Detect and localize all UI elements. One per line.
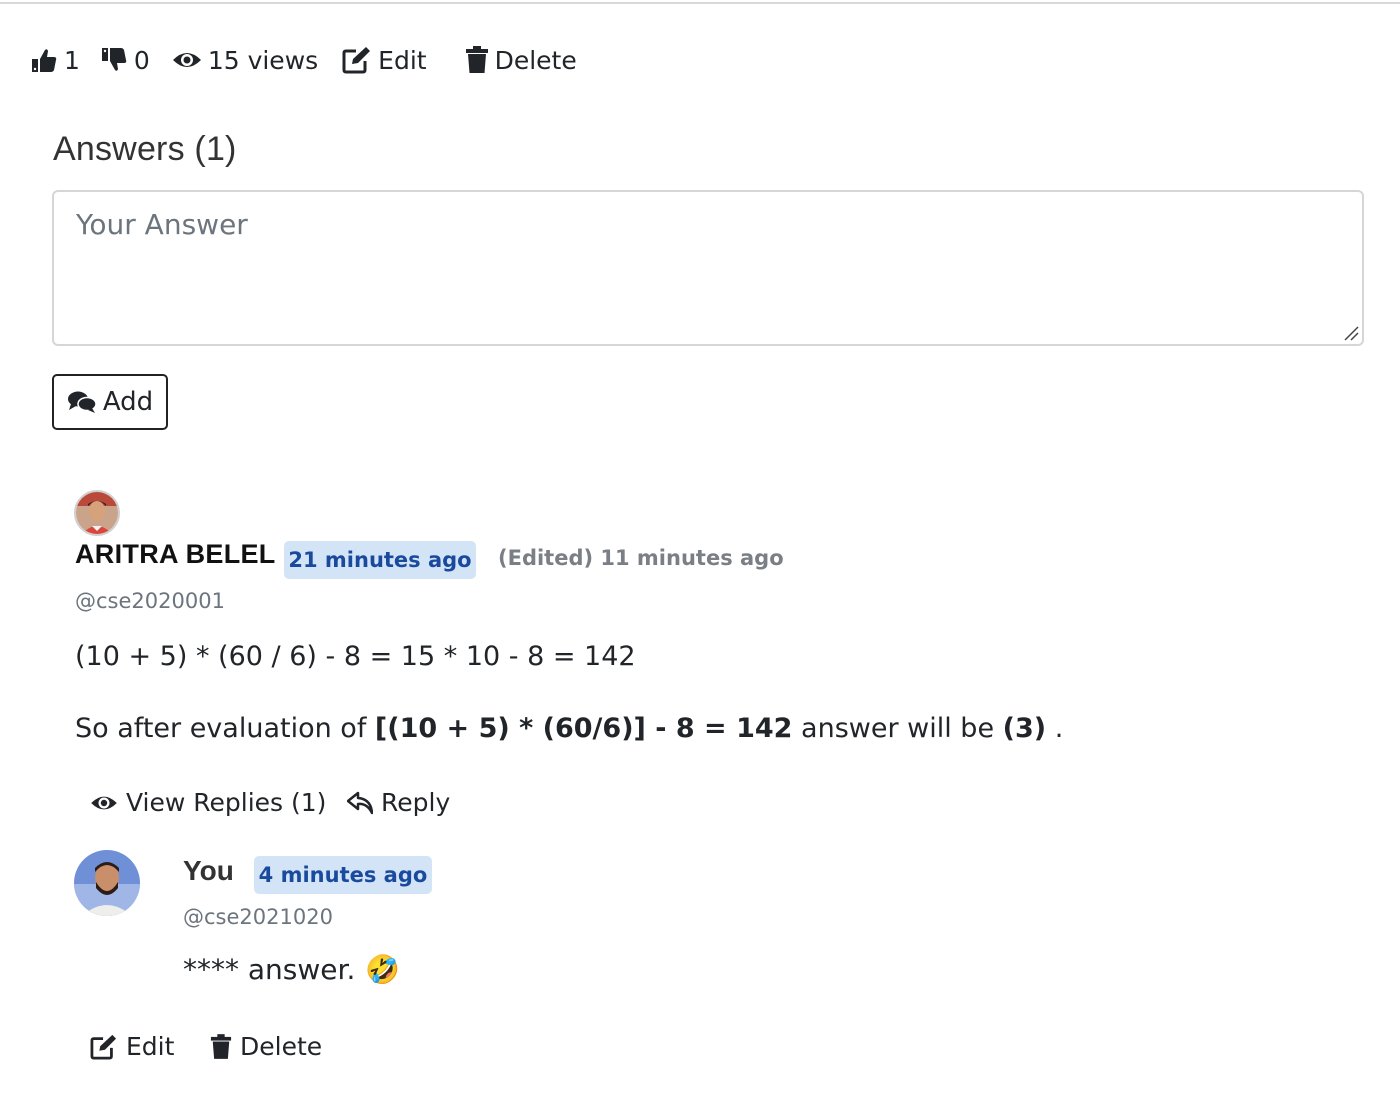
answer-author-name[interactable]: ARITRA BELEL — [75, 539, 276, 570]
answer-time-badge: 21 minutes ago — [284, 541, 476, 579]
question-stats-bar: 1 0 15 views Edit Delete — [30, 40, 577, 80]
answer-text-part: . — [1046, 713, 1064, 744]
edit-reply-button[interactable]: Edit — [90, 1032, 174, 1061]
answer-bold-expression: [(10 + 5) * (60/6)] - 8 = 142 — [374, 713, 793, 744]
answer-bold-choice: (3) — [1002, 713, 1047, 744]
thumbs-down-icon — [101, 48, 127, 71]
eye-icon — [172, 53, 201, 67]
avatar[interactable] — [74, 850, 140, 916]
delete-label: Delete — [494, 45, 577, 75]
answer-textarea[interactable] — [52, 190, 1364, 346]
reply-icon — [347, 791, 373, 814]
reply-author-name[interactable]: You — [183, 855, 234, 887]
edit-icon — [342, 47, 371, 74]
dislike-button[interactable]: 0 — [100, 46, 150, 75]
reply-button[interactable]: Reply — [347, 788, 450, 817]
answer-text-part: answer will be — [792, 713, 1003, 744]
views-count: 15 views — [172, 46, 318, 75]
answer-text-part: So after evaluation of — [75, 713, 375, 744]
dislike-count: 0 — [133, 45, 150, 75]
edit-reply-label: Edit — [126, 1032, 175, 1061]
trash-icon — [465, 46, 488, 73]
view-replies-button[interactable]: View Replies (1) — [90, 788, 326, 817]
like-count: 1 — [64, 45, 80, 75]
reply-label: Reply — [381, 788, 451, 817]
user-avatar-image — [74, 850, 140, 916]
user-avatar-image — [76, 492, 118, 534]
eye-icon — [91, 796, 117, 809]
reply-text: **** answer. 🤣 — [183, 953, 400, 986]
laughing-emoji-icon: 🤣 — [365, 953, 401, 986]
avatar[interactable] — [74, 490, 120, 536]
view-replies-label: View Replies (1) — [126, 788, 327, 817]
edited-timestamp: (Edited) 11 minutes ago — [498, 546, 784, 570]
edit-question-button[interactable]: Edit — [342, 45, 427, 75]
trash-icon — [210, 1033, 232, 1059]
edit-label: Edit — [378, 45, 427, 75]
reply-text-content: **** answer. — [183, 953, 356, 986]
answer-text-line: So after evaluation of [(10 + 5) * (60/6… — [75, 713, 1063, 744]
reply-time-badge: 4 minutes ago — [254, 856, 432, 894]
top-divider — [0, 2, 1400, 4]
delete-reply-button[interactable]: Delete — [210, 1032, 322, 1061]
like-button[interactable]: 1 — [30, 46, 80, 75]
reply-author-handle: @cse2021020 — [183, 905, 333, 929]
answers-heading: Answers (1) — [53, 130, 237, 168]
edit-icon — [90, 1034, 117, 1060]
add-answer-button[interactable]: Add — [52, 374, 168, 430]
answer-author-handle: @cse2020001 — [75, 589, 225, 613]
delete-reply-label: Delete — [240, 1032, 323, 1061]
comments-icon — [67, 391, 97, 413]
delete-question-button[interactable]: Delete — [465, 46, 577, 75]
views-label: 15 views — [207, 45, 319, 75]
add-label: Add — [102, 387, 154, 417]
thumbs-up-icon — [32, 49, 57, 72]
answer-text-line: (10 + 5) * (60 / 6) - 8 = 15 * 10 - 8 = … — [75, 641, 636, 672]
